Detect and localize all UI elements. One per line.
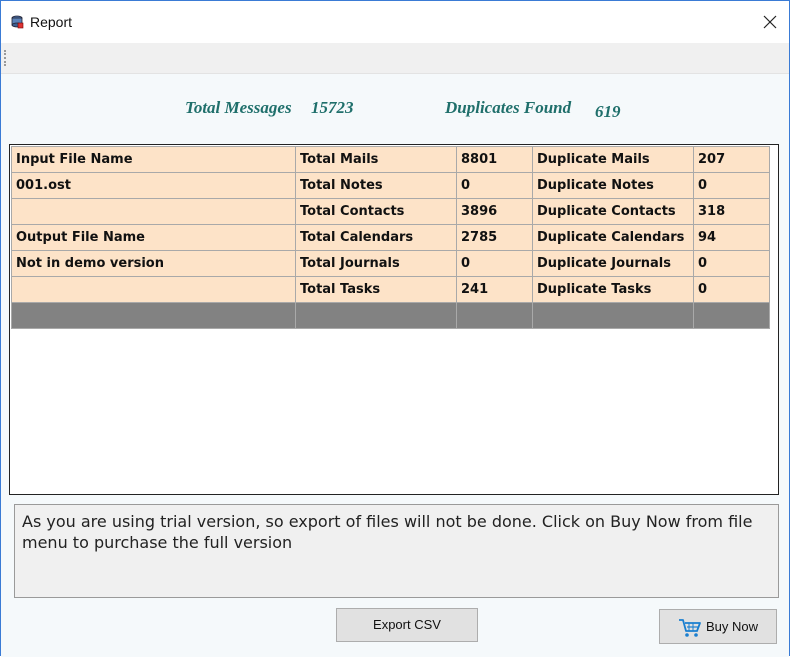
- report-content: Total Messages 15723 Duplicates Found 61…: [1, 74, 789, 657]
- buy-now-label: Buy Now: [705, 619, 759, 634]
- total-messages-value: 15723: [311, 98, 354, 117]
- table-cell[interactable]: Total Calendars: [295, 224, 457, 251]
- table-cell[interactable]: Duplicate Mails: [532, 146, 694, 173]
- total-messages-label: Total Messages: [185, 98, 292, 117]
- table-cell[interactable]: Total Mails: [295, 146, 457, 173]
- report-app-icon: [11, 15, 24, 29]
- table-row: Not in demo version Total Journals 0 Dup…: [11, 250, 770, 277]
- table-cell[interactable]: Not in demo version: [11, 250, 296, 277]
- table-cell[interactable]: 3896: [456, 198, 533, 225]
- shopping-cart-icon: [678, 618, 701, 637]
- table-cell[interactable]: [11, 276, 296, 303]
- table-row: Output File Name Total Calendars 2785 Du…: [11, 224, 770, 251]
- table-row: Input File Name Total Mails 8801 Duplica…: [11, 146, 770, 173]
- toolbar-grip[interactable]: [4, 50, 8, 66]
- table-cell[interactable]: Duplicate Journals: [532, 250, 694, 277]
- table-cell[interactable]: Duplicate Tasks: [532, 276, 694, 303]
- duplicates-found-value: 619: [595, 102, 621, 121]
- table-cell[interactable]: Duplicate Calendars: [532, 224, 694, 251]
- table-cell[interactable]: 318: [693, 198, 770, 225]
- report-table: Input File Name Total Mails 8801 Duplica…: [11, 146, 770, 329]
- table-cell[interactable]: [11, 302, 296, 329]
- table-cell[interactable]: [532, 302, 694, 329]
- table-cell[interactable]: 0: [693, 276, 770, 303]
- table-cell[interactable]: Output File Name: [11, 224, 296, 251]
- table-cell[interactable]: 8801: [456, 146, 533, 173]
- table-cell[interactable]: Total Notes: [295, 172, 457, 199]
- table-row: Total Contacts 3896 Duplicate Contacts 3…: [11, 198, 770, 225]
- table-cell[interactable]: 001.ost: [11, 172, 296, 199]
- table-new-row[interactable]: [11, 302, 770, 329]
- table-cell[interactable]: Total Contacts: [295, 198, 457, 225]
- toolbar: [1, 43, 789, 74]
- table-row: 001.ost Total Notes 0 Duplicate Notes 0: [11, 172, 770, 199]
- close-button[interactable]: [757, 9, 783, 35]
- export-csv-button[interactable]: Export CSV: [336, 608, 478, 642]
- table-cell[interactable]: 0: [693, 172, 770, 199]
- table-cell[interactable]: Total Journals: [295, 250, 457, 277]
- table-cell[interactable]: 0: [693, 250, 770, 277]
- table-cell[interactable]: [456, 302, 533, 329]
- title-bar: Report: [1, 1, 789, 43]
- close-icon: [763, 15, 777, 29]
- table-cell[interactable]: 2785: [456, 224, 533, 251]
- table-cell[interactable]: 0: [456, 172, 533, 199]
- buy-now-button[interactable]: Buy Now: [659, 609, 777, 644]
- table-cell[interactable]: 94: [693, 224, 770, 251]
- window-title: Report: [30, 14, 73, 30]
- table-cell[interactable]: 207: [693, 146, 770, 173]
- report-window: Report Total Messages 15723 Duplicates F…: [0, 0, 790, 657]
- report-grid: Input File Name Total Mails 8801 Duplica…: [9, 144, 779, 495]
- table-cell[interactable]: Duplicate Notes: [532, 172, 694, 199]
- duplicates-found-label: Duplicates Found: [445, 98, 572, 117]
- table-row: Total Tasks 241 Duplicate Tasks 0: [11, 276, 770, 303]
- table-cell[interactable]: 0: [456, 250, 533, 277]
- table-cell[interactable]: Duplicate Contacts: [532, 198, 694, 225]
- table-cell[interactable]: Total Tasks: [295, 276, 457, 303]
- table-cell[interactable]: [295, 302, 457, 329]
- trial-message-box: As you are using trial version, so expor…: [14, 504, 779, 598]
- table-cell[interactable]: [693, 302, 770, 329]
- table-cell[interactable]: [11, 198, 296, 225]
- table-cell[interactable]: Input File Name: [11, 146, 296, 173]
- table-cell[interactable]: 241: [456, 276, 533, 303]
